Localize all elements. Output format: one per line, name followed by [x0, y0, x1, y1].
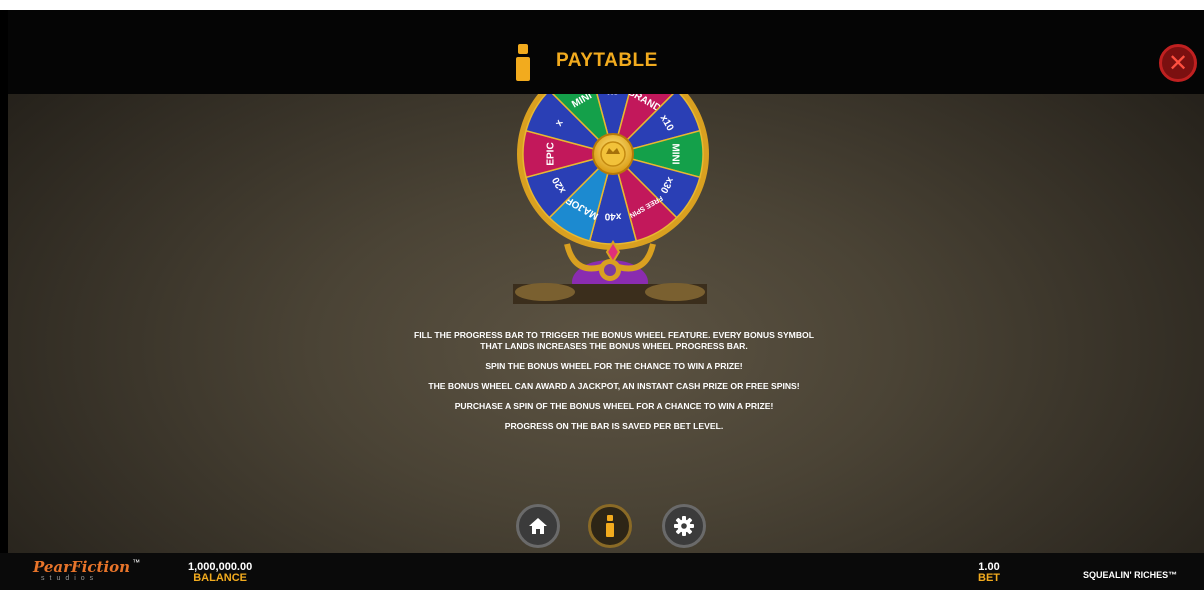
bet-display[interactable]: 1.00 BET [971, 561, 1007, 584]
description-paragraph: SPIN THE BONUS WHEEL FOR THE CHANCE TO W… [485, 361, 743, 371]
paytable-nav [8, 504, 1204, 550]
bet-label: BET [978, 572, 1000, 584]
pearfiction-logo: PearFiction ™ studios [33, 558, 140, 582]
top-strip [0, 0, 1204, 10]
description-paragraph: PURCHASE A SPIN OF THE BONUS WHEEL FOR A… [454, 401, 774, 411]
paytable-header: PAYTABLE ✕ [8, 10, 1204, 94]
page-title: PAYTABLE [556, 50, 658, 71]
home-icon [529, 518, 547, 534]
wheel-segment-label: x40 [604, 210, 621, 221]
home-button[interactable] [516, 504, 560, 548]
bonus-wheel-image: x5GRANDx10MINIx30FREE SPINSx40MAJORx20EP… [513, 94, 709, 304]
wheel-segment-label: MINI [669, 143, 680, 164]
balance-display: 1,000,000.00 BALANCE [188, 561, 252, 584]
description-paragraph: PROGRESS ON THE BAR IS SAVED PER BET LEV… [504, 421, 724, 431]
status-bar: PearFiction ™ studios 1,000,000.00 BALANC… [0, 553, 1204, 590]
settings-button[interactable] [662, 504, 706, 548]
paytable-panel: PAYTABLE ✕ x5GRANDx10MINIx30FREE SPINSx4… [8, 10, 1204, 553]
description-paragraph: FILL THE PROGRESS BAR TO TRIGGER THE BON… [414, 330, 814, 351]
wheel-segment-label: x5 [607, 94, 619, 98]
game-title: SQUEALIN' RICHES™ [1083, 570, 1178, 580]
brand-subtitle: studios [41, 575, 99, 582]
close-button[interactable]: ✕ [1159, 44, 1197, 82]
brand-trademark: ™ [132, 558, 141, 567]
brand-name: PearFiction [33, 558, 131, 576]
balance-label: BALANCE [193, 572, 247, 584]
gear-icon [674, 516, 694, 536]
info-icon [516, 44, 530, 84]
wheel-segment-label: EPIC [546, 142, 557, 165]
paytable-description: FILL THE PROGRESS BAR TO TRIGGER THE BON… [408, 330, 820, 441]
info-button[interactable] [588, 504, 632, 548]
info-icon [606, 515, 614, 537]
description-paragraph: THE BONUS WHEEL CAN AWARD A JACKPOT, AN … [428, 381, 800, 391]
